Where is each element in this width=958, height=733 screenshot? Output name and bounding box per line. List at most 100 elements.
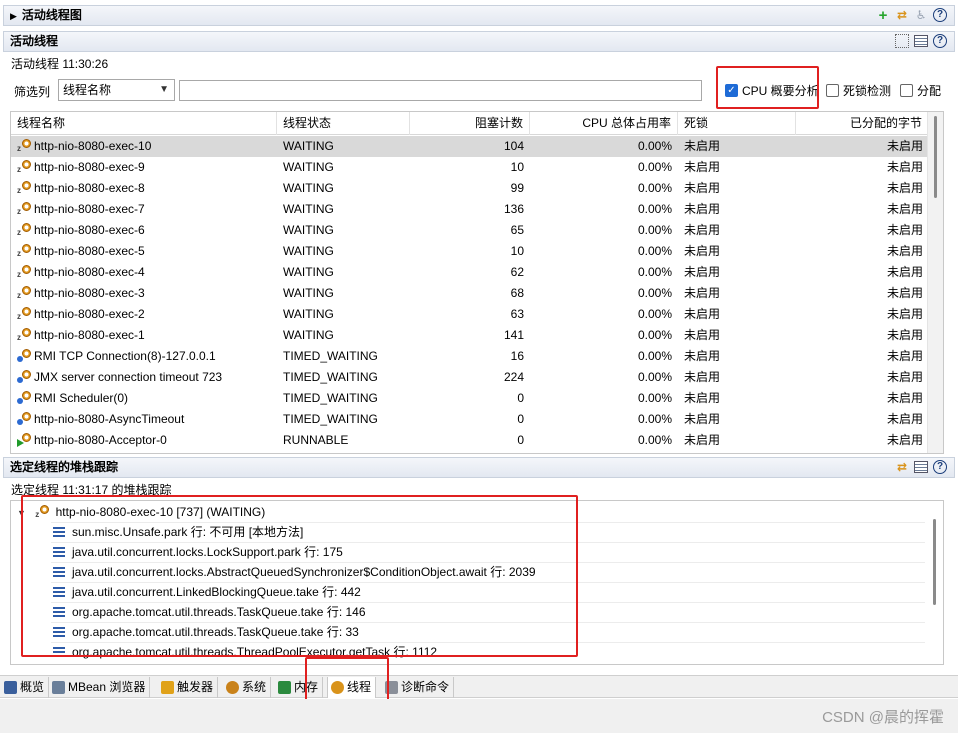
table-cell-deadlock: 未启用 (684, 181, 721, 195)
cpu-profiling-checkbox[interactable]: ✓ CPU 概要分析 (725, 82, 819, 98)
tab-trigger[interactable]: 触发器 (158, 677, 219, 698)
add-icon[interactable]: + (875, 7, 891, 24)
filter-column-select[interactable]: 线程名称 ▼ (58, 79, 175, 101)
help-icon[interactable]: ? (932, 33, 948, 49)
table-row[interactable]: http-nio-8080-Acceptor-0 RUNNABLE 0 0.00% 未启… (11, 430, 929, 451)
table-cell-blocked: 63 (510, 307, 524, 321)
column-header[interactable]: 线程名称 (11, 112, 277, 135)
table-row[interactable]: z http-nio-8080-exec-9 WAITING 10 0.00% 未启用 未启… (11, 157, 929, 178)
table-row[interactable]: z http-nio-8080-exec-10 WAITING 104 0.00% 未启用… (11, 136, 929, 157)
stack-frame[interactable]: java.util.concurrent.LinkedBlockingQueue… (53, 582, 361, 602)
table-cell-state: WAITING (283, 244, 334, 258)
table-cell-state: WAITING (283, 181, 334, 195)
stack-frame-label: org.apache.tomcat.util.threads.ThreadPoo… (72, 645, 438, 659)
table-cell-state: TIMED_WAITING (283, 412, 378, 426)
expand-chevron-icon[interactable]: ▼ (17, 508, 26, 518)
sleeping-thread-icon: z (17, 160, 31, 174)
table-row[interactable]: z http-nio-8080-exec-7 WAITING 136 0.00% 未启用 未… (11, 199, 929, 220)
tab-label: 触发器 (177, 680, 214, 694)
tab-label: 内存 (294, 680, 319, 694)
stack-frame[interactable]: java.util.concurrent.locks.LockSupport.p… (53, 542, 343, 562)
tab-mbean[interactable]: MBean 浏览器 (49, 677, 151, 698)
stack-frame[interactable]: java.util.concurrent.locks.AbstractQueue… (53, 562, 536, 582)
tab-label: 诊断命令 (401, 680, 450, 694)
scrollbar-thumb[interactable] (934, 116, 937, 198)
table-row[interactable]: z http-nio-8080-exec-8 WAITING 99 0.00% 未启用 未启… (11, 178, 929, 199)
thread-name: http-nio-8080-exec-9 (34, 160, 145, 174)
table-cell-blocked: 0 (517, 433, 524, 447)
table-row[interactable]: RMI Scheduler(0) TIMED_WAITING 0 0.00% 未启用 未启… (11, 388, 929, 409)
table-cell-alloc: 未启用 (886, 391, 923, 405)
table-row[interactable]: z http-nio-8080-exec-3 WAITING 68 0.00% 未启用 未启… (11, 283, 929, 304)
column-header[interactable]: 阻塞计数 (410, 112, 530, 135)
thread-name: http-nio-8080-exec-2 (34, 307, 145, 321)
table-row[interactable]: z http-nio-8080-exec-2 WAITING 63 0.00% 未启用 未启… (11, 304, 929, 325)
timed-waiting-thread-icon (17, 391, 31, 405)
table-cell-cpu: 0.00% (637, 370, 672, 384)
thread-tree-node[interactable]: ▼ z http-nio-8080-exec-10 [737] (WAITING… (17, 502, 265, 522)
thread-name: http-nio-8080-exec-7 (34, 202, 145, 216)
running-thread-icon (17, 433, 31, 447)
tab-overview[interactable]: 概览 (1, 677, 50, 698)
sleeping-thread-icon: z (35, 505, 50, 519)
stack-frame-label: org.apache.tomcat.util.threads.TaskQueue… (72, 605, 366, 619)
table-cell-blocked: 136 (503, 202, 524, 216)
table-cell-state: TIMED_WAITING (283, 349, 378, 363)
accessibility-icon[interactable]: ♿ (913, 7, 929, 23)
active-thread-graph-header[interactable]: ▶ 活动线程图 + ⇄ ♿ ? (3, 5, 955, 26)
stack-frame[interactable]: org.apache.tomcat.util.threads.TaskQueue… (53, 622, 359, 642)
thread-name: RMI TCP Connection(8)-127.0.0.1 (34, 349, 216, 363)
expand-triangle-icon[interactable]: ▶ (10, 11, 17, 21)
table-cell-state: WAITING (283, 307, 334, 321)
column-header[interactable]: 已分配的字节 (796, 112, 929, 135)
column-header[interactable]: CPU 总体占用率 (530, 112, 678, 135)
table-row[interactable]: z http-nio-8080-exec-6 WAITING 65 0.00% 未启用 未启… (11, 220, 929, 241)
tab-system[interactable]: 系统 (223, 677, 272, 698)
table-row[interactable]: JMX server connection timeout 723 TIMED_W… (11, 367, 929, 388)
table-row[interactable]: z http-nio-8080-exec-5 WAITING 10 0.00% 未启用 未启… (11, 241, 929, 262)
active-threads-header: 活动线程 ? (3, 31, 955, 52)
stack-scrollbar[interactable] (927, 501, 943, 664)
table-cell-name: http-nio-8080-Acceptor-0 (11, 430, 277, 451)
refresh-icon[interactable]: ⇄ (894, 459, 910, 475)
dotted-box-icon[interactable] (894, 33, 910, 49)
sleeping-thread-icon: z (17, 181, 31, 195)
section-title: 选定线程的堆栈跟踪 (10, 460, 119, 474)
vertical-scrollbar[interactable] (927, 112, 943, 453)
layout-icon[interactable] (913, 33, 929, 49)
filter-text-input[interactable] (179, 80, 702, 101)
column-header[interactable]: 线程状态 (277, 112, 410, 135)
table-cell-state: WAITING (283, 286, 334, 300)
stack-frame-icon (53, 647, 65, 657)
stack-timestamp: 选定线程 11:31:17 的堆栈跟踪 (11, 483, 172, 497)
table-row[interactable]: RMI TCP Connection(8)-127.0.0.1 TIMED_WAI… (11, 346, 929, 367)
layout-icon[interactable] (913, 459, 929, 475)
thread-name: http-nio-8080-exec-1 (34, 328, 145, 342)
tab-memory[interactable]: 内存 (275, 677, 324, 698)
refresh-icon[interactable]: ⇄ (894, 7, 910, 23)
stack-frame[interactable]: org.apache.tomcat.util.threads.ThreadPoo… (53, 642, 437, 662)
table-cell-name: z http-nio-8080-exec-5 (11, 241, 277, 262)
deadlock-detection-checkbox[interactable]: 死锁检测 (826, 82, 891, 98)
table-cell-name: z http-nio-8080-exec-8 (11, 178, 277, 199)
help-icon[interactable]: ? (932, 7, 948, 23)
stack-frame[interactable]: org.apache.tomcat.util.threads.TaskQueue… (53, 602, 366, 622)
help-icon[interactable]: ? (932, 459, 948, 475)
allocation-label: 分配 (917, 83, 942, 98)
table-row[interactable]: z http-nio-8080-exec-1 WAITING 141 0.00% 未启用 未… (11, 325, 929, 346)
tab-diagnostic[interactable]: 诊断命令 (382, 677, 455, 698)
stack-frame-icon (53, 527, 65, 537)
allocation-checkbox[interactable]: 分配 (900, 82, 941, 98)
scrollbar-thumb[interactable] (933, 519, 936, 605)
stack-frame[interactable]: sun.misc.Unsafe.park 行: 不可用 [本地方法] (53, 522, 303, 542)
stack-frame-icon (53, 567, 65, 577)
column-header[interactable]: 死锁 (678, 112, 796, 135)
table-row[interactable]: z http-nio-8080-exec-4 WAITING 62 0.00% 未启用 未启… (11, 262, 929, 283)
table-cell-cpu: 0.00% (637, 265, 672, 279)
table-row[interactable]: http-nio-8080-AsyncTimeout TIMED_WAITING 0… (11, 409, 929, 430)
tab-threads[interactable]: 线程 (327, 677, 377, 698)
filter-column-value: 线程名称 (63, 83, 112, 97)
sleeping-thread-icon: z (17, 328, 31, 342)
stack-frame-label: org.apache.tomcat.util.threads.TaskQueue… (72, 625, 359, 639)
table-cell-name: z http-nio-8080-exec-6 (11, 220, 277, 241)
